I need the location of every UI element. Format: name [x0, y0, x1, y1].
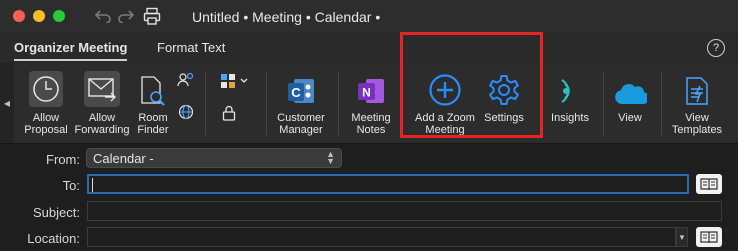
title-bar: Untitled • Meeting • Calendar • [0, 0, 738, 33]
view-templates-label-1: View [685, 112, 709, 124]
room-finder-icon [138, 67, 168, 107]
text-caret [92, 178, 93, 192]
from-select[interactable]: Calendar - ▲ ▼ [86, 148, 342, 168]
to-field[interactable] [87, 174, 689, 194]
ribbon-separator [603, 71, 604, 135]
tab-organizer-meeting[interactable]: Organizer Meeting [14, 40, 128, 61]
location-row: Location: ▼ [0, 227, 738, 251]
insights-label: Insights [551, 112, 589, 124]
subject-field[interactable] [87, 201, 722, 221]
tab-format-text[interactable]: Format Text [157, 40, 225, 55]
address-book-icon [700, 178, 718, 191]
allow-proposal-label-1: Allow [32, 112, 60, 124]
help-icon[interactable]: ? [707, 39, 725, 57]
minimize-window-button[interactable] [33, 10, 45, 22]
ribbon-tabs: Organizer Meeting Format Text [0, 33, 738, 63]
location-book-button[interactable] [696, 227, 722, 247]
allow-forwarding-button[interactable]: Allow Forwarding [74, 63, 130, 143]
attendees-icon[interactable] [177, 71, 195, 91]
to-address-book-button[interactable] [696, 174, 722, 194]
onenote-icon: N [356, 67, 386, 107]
mail-forward-icon [84, 71, 120, 107]
ribbon-separator [661, 71, 662, 135]
print-icon[interactable] [143, 7, 161, 25]
allow-forwarding-label-2: Forwarding [74, 124, 130, 136]
ribbon-separator [338, 71, 339, 135]
customer-manager-button[interactable]: C Customer Manager [272, 63, 330, 143]
stepper-arrows-icon: ▲ ▼ [326, 149, 335, 166]
view-templates-label-2: Templates [671, 124, 723, 136]
chevron-down-icon [240, 78, 248, 83]
view-templates-button[interactable]: View Templates [669, 63, 725, 143]
subject-label: Subject: [33, 205, 80, 220]
window-title: Untitled • Meeting • Calendar • [192, 9, 381, 25]
lock-icon[interactable] [222, 105, 238, 123]
from-row: From: Calendar - ▲ ▼ [0, 148, 738, 172]
view-label: View [618, 112, 642, 124]
location-label: Location: [27, 231, 80, 246]
customer-manager-label-1: Customer [277, 112, 325, 124]
customer-manager-icon: C [286, 67, 316, 107]
insights-icon [554, 67, 586, 107]
from-value: Calendar - [93, 151, 154, 166]
customer-manager-label-2: Manager [279, 124, 323, 136]
from-label: From: [46, 152, 80, 167]
clock-icon [29, 71, 63, 107]
zoom-window-button[interactable] [53, 10, 65, 22]
ribbon-toolbar: ◀ Allow Proposal Allow Forwarding Room Find… [0, 63, 738, 144]
categorize-icon[interactable] [220, 71, 252, 91]
allow-proposal-button[interactable]: Allow Proposal [22, 63, 70, 143]
salesforce-view-button[interactable]: View [610, 63, 650, 143]
chevron-down-icon: ▼ [678, 232, 686, 242]
meeting-notes-button[interactable]: N Meeting Notes [345, 63, 397, 143]
meeting-notes-label-1: Meeting [351, 112, 391, 124]
subject-row: Subject: [0, 201, 738, 225]
to-label: To: [62, 178, 80, 193]
allow-proposal-label-2: Proposal [24, 124, 68, 136]
undo-icon[interactable] [94, 7, 112, 25]
location-dropdown-button[interactable]: ▼ [676, 227, 688, 247]
globe-icon[interactable] [177, 103, 195, 123]
salesforce-cloud-icon [613, 67, 647, 107]
highlight-box [400, 32, 543, 138]
room-finder-button[interactable]: Room Finder [134, 63, 172, 143]
room-finder-label-2: Finder [137, 124, 169, 136]
ribbon-separator [266, 71, 267, 135]
allow-forwarding-label-1: Allow [88, 112, 116, 124]
svg-text:N: N [362, 86, 371, 100]
templates-icon [683, 67, 711, 107]
to-row: To: [0, 174, 738, 198]
svg-text:C: C [291, 85, 301, 100]
insights-button[interactable]: Insights [548, 63, 592, 143]
address-book-icon [700, 231, 718, 244]
meeting-notes-label-2: Notes [356, 124, 386, 136]
location-field[interactable] [87, 227, 676, 247]
redo-icon[interactable] [117, 7, 135, 25]
ribbon-separator [205, 71, 206, 135]
room-finder-label-1: Room [138, 112, 168, 124]
close-window-button[interactable] [13, 10, 25, 22]
ribbon-scroll-left-button[interactable]: ◀ [0, 63, 14, 143]
